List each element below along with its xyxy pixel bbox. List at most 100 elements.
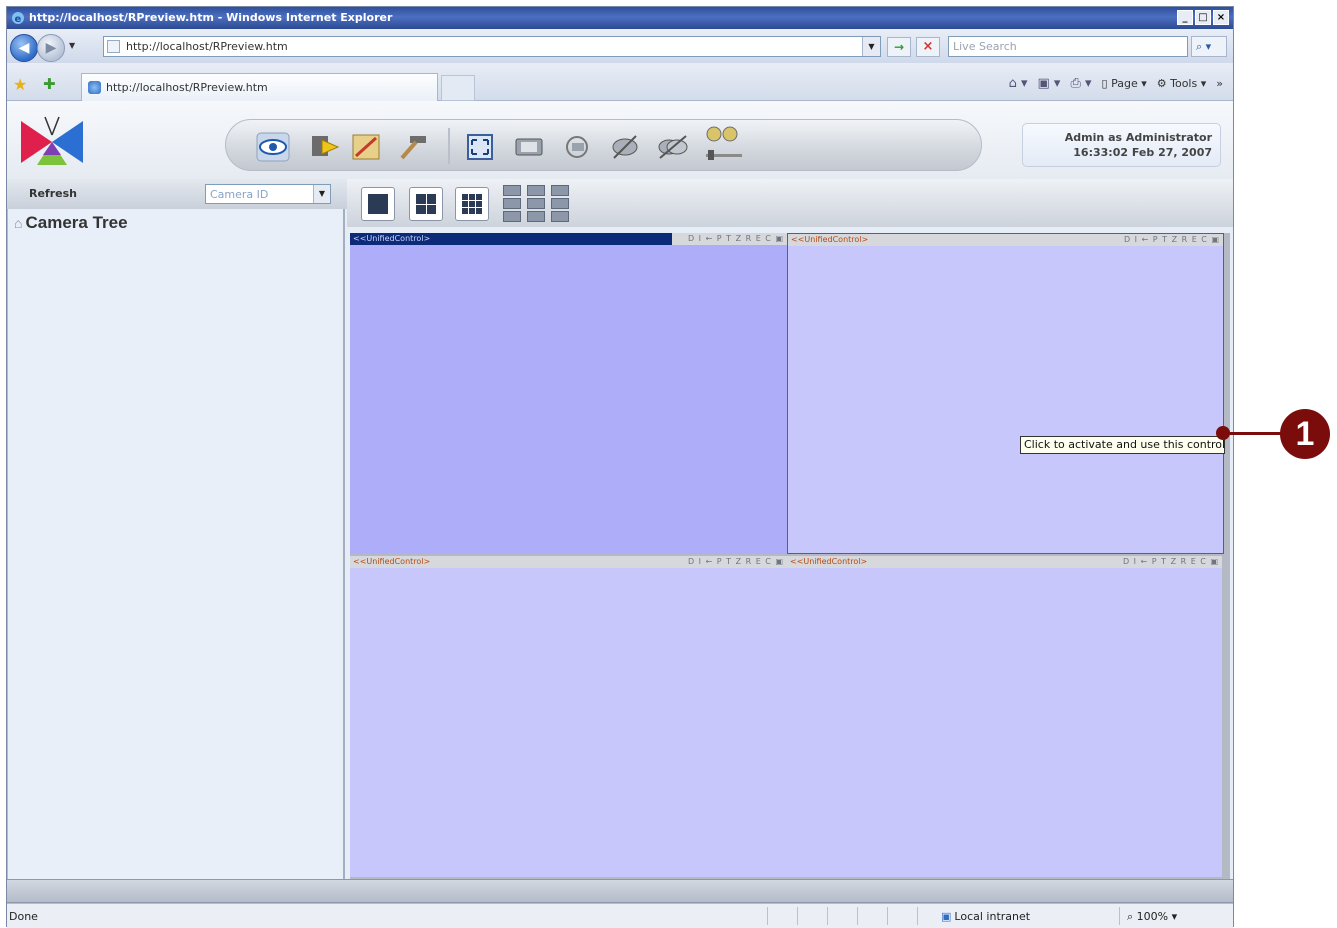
status-bar: Done ▣ Local intranet ⌕ 100% ▾ — [7, 903, 1233, 928]
window-title: http://localhost/RPreview.htm - Windows … — [29, 11, 393, 24]
toolbar-separator — [448, 128, 450, 164]
tab-label: http://localhost/RPreview.htm — [106, 81, 268, 94]
intranet-icon: ▣ — [941, 910, 952, 923]
browser-window: e http://localhost/RPreview.htm - Window… — [6, 6, 1234, 928]
tab-page-icon — [88, 81, 101, 94]
zoom-control[interactable]: ⌕ 100% ▾ — [1127, 910, 1177, 924]
search-input[interactable]: Live Search — [948, 36, 1188, 57]
preview-eye-icon[interactable] — [256, 132, 290, 162]
layout-3x3-icon — [462, 194, 482, 214]
tools-menu[interactable]: ⚙ Tools ▾ — [1157, 77, 1207, 90]
snapshot-icon[interactable] — [512, 132, 546, 162]
cell-name: <<UnifiedControl> — [353, 557, 431, 566]
camera-id-select[interactable]: Camera ID ▼ — [205, 184, 331, 204]
cell-controls[interactable]: D I ← P T Z R E C ▣ — [1123, 556, 1219, 568]
brand-logo — [21, 116, 83, 165]
svg-text:e: e — [15, 14, 22, 25]
favorites-star-icon[interactable]: ★ — [13, 75, 27, 94]
cell-name: <<UnifiedControl> — [790, 557, 868, 566]
print-icon[interactable]: ⎙ ▾ — [1070, 76, 1091, 91]
layout-2x2-button[interactable] — [409, 187, 443, 221]
feeds-icon[interactable]: ▣ ▾ — [1038, 76, 1061, 91]
layout-1x1-icon — [368, 194, 388, 214]
cell-caption: <<UnifiedControl> D I ← P T Z R E C ▣ — [350, 233, 787, 245]
command-bar: ⌂ ▾ ▣ ▾ ⎙ ▾ ▯ Page ▾ ⚙ Tools ▾ » — [1009, 76, 1223, 91]
address-text: http://localhost/RPreview.htm — [126, 40, 288, 53]
zoom-icon: ⌕ — [1127, 910, 1137, 923]
title-bar: e http://localhost/RPreview.htm - Window… — [7, 7, 1233, 29]
left-toolbar: Refresh Camera ID ▼ — [7, 179, 347, 209]
layout-6x6-button[interactable] — [551, 185, 569, 223]
cell-name: <<UnifiedControl> — [350, 233, 672, 245]
navigation-bar: ◀ ▶ ▼ http://localhost/RPreview.htm ▼ → … — [7, 29, 1233, 63]
cell-controls[interactable]: D I ← P T Z R E C ▣ — [1124, 234, 1220, 246]
video-cell-4[interactable]: <<UnifiedControl> D I ← P T Z R E C ▣ — [787, 556, 1222, 877]
app-bottom-bar — [7, 879, 1233, 903]
address-bar[interactable]: http://localhost/RPreview.htm ▼ — [103, 36, 881, 57]
refresh-button[interactable]: Refresh — [29, 187, 77, 200]
layout-3x3-button[interactable] — [455, 187, 489, 221]
audio-volume-icon[interactable] — [700, 122, 746, 166]
camera-rotate-icon[interactable] — [560, 132, 594, 162]
disconnect-all-icon[interactable] — [656, 132, 690, 162]
search-button[interactable]: ⌕ ▾ — [1191, 36, 1227, 57]
tab-bar: ★ ✚ http://localhost/RPreview.htm ⌂ ▾ ▣ … — [7, 63, 1233, 101]
ie-icon: e — [12, 12, 24, 25]
close-button[interactable]: × — [1213, 10, 1229, 25]
tab-current[interactable]: http://localhost/RPreview.htm — [81, 73, 438, 101]
stop-button[interactable]: × — [916, 37, 940, 57]
fullscreen-icon[interactable] — [464, 132, 498, 162]
forward-button[interactable]: ▶ — [37, 34, 65, 62]
disconnect-camera-icon[interactable] — [608, 132, 642, 162]
video-area: <<UnifiedControl> D I ← P T Z R E C ▣ <<… — [347, 179, 1233, 879]
address-dropdown-icon[interactable]: ▼ — [862, 37, 880, 56]
layout-5x5-button[interactable] — [527, 185, 545, 223]
cell-controls[interactable]: D I ← P T Z R E C ▣ — [688, 233, 784, 245]
cell-video[interactable] — [787, 568, 1222, 877]
activate-control-tooltip: Click to activate and use this control — [1020, 436, 1225, 454]
minimize-button[interactable]: _ — [1177, 10, 1193, 25]
app-area: Admin as Administrator 16:33:02 Feb 27, … — [7, 101, 1233, 879]
cell-video[interactable] — [350, 245, 787, 554]
layout-4x4-button[interactable] — [503, 185, 521, 223]
cell-caption: <<UnifiedControl> D I ← P T Z R E C ▣ — [350, 556, 787, 568]
history-dropdown-icon[interactable]: ▼ — [69, 41, 75, 50]
camera-select-dropdown-icon[interactable]: ▼ — [313, 185, 330, 203]
camera-tree-label: Camera Tree — [25, 213, 128, 232]
cell-video[interactable] — [350, 568, 787, 877]
video-cell-3[interactable]: <<UnifiedControl> D I ← P T Z R E C ▣ — [350, 556, 787, 877]
cell-video[interactable] — [788, 246, 1223, 553]
page-menu[interactable]: ▯ Page ▾ — [1102, 77, 1147, 90]
camera-tree-title[interactable]: ⌂ Camera Tree — [14, 213, 128, 233]
tools-hammer-icon[interactable] — [396, 132, 430, 162]
video-cell-2[interactable]: <<UnifiedControl> D I ← P T Z R E C ▣ Cl… — [787, 233, 1225, 554]
callout-line — [1222, 432, 1284, 435]
map-edit-icon[interactable] — [350, 132, 384, 162]
home-icon[interactable]: ⌂ ▾ — [1009, 76, 1028, 91]
video-cell-1[interactable]: <<UnifiedControl> D I ← P T Z R E C ▣ — [350, 233, 787, 554]
left-panel: Refresh Camera ID ▼ ⌂ Camera Tree — [7, 179, 347, 879]
add-favorite-icon[interactable]: ✚ — [43, 75, 56, 93]
status-pane — [857, 907, 858, 925]
security-zone[interactable]: ▣ Local intranet — [941, 910, 1030, 923]
more-chevron-icon[interactable]: » — [1216, 77, 1223, 90]
video-grid: <<UnifiedControl> D I ← P T Z R E C ▣ <<… — [350, 233, 1230, 879]
tree-root-icon: ⌂ — [14, 215, 23, 231]
layout-1x1-button[interactable] — [361, 187, 395, 221]
tools-menu-label: Tools — [1170, 77, 1198, 90]
camera-id-placeholder: Camera ID — [210, 188, 269, 201]
back-button[interactable]: ◀ — [10, 34, 38, 62]
maximize-button[interactable]: □ — [1195, 10, 1211, 25]
status-pane — [827, 907, 828, 925]
user-name: Admin as Administrator — [1064, 131, 1212, 144]
new-tab-button[interactable] — [441, 75, 475, 101]
cell-controls[interactable]: D I ← P T Z R E C ▣ — [688, 556, 784, 568]
playback-arrow-icon[interactable] — [308, 132, 342, 162]
page-icon-small: ▯ — [1101, 77, 1112, 90]
layout-toolbar — [347, 179, 1233, 227]
zoom-level: 100% — [1136, 910, 1169, 923]
status-text: Done — [9, 910, 38, 923]
forward-arrow-icon: ▶ — [45, 40, 57, 56]
go-button[interactable]: → — [887, 37, 911, 57]
user-info: Admin as Administrator 16:33:02 Feb 27, … — [1022, 123, 1221, 167]
